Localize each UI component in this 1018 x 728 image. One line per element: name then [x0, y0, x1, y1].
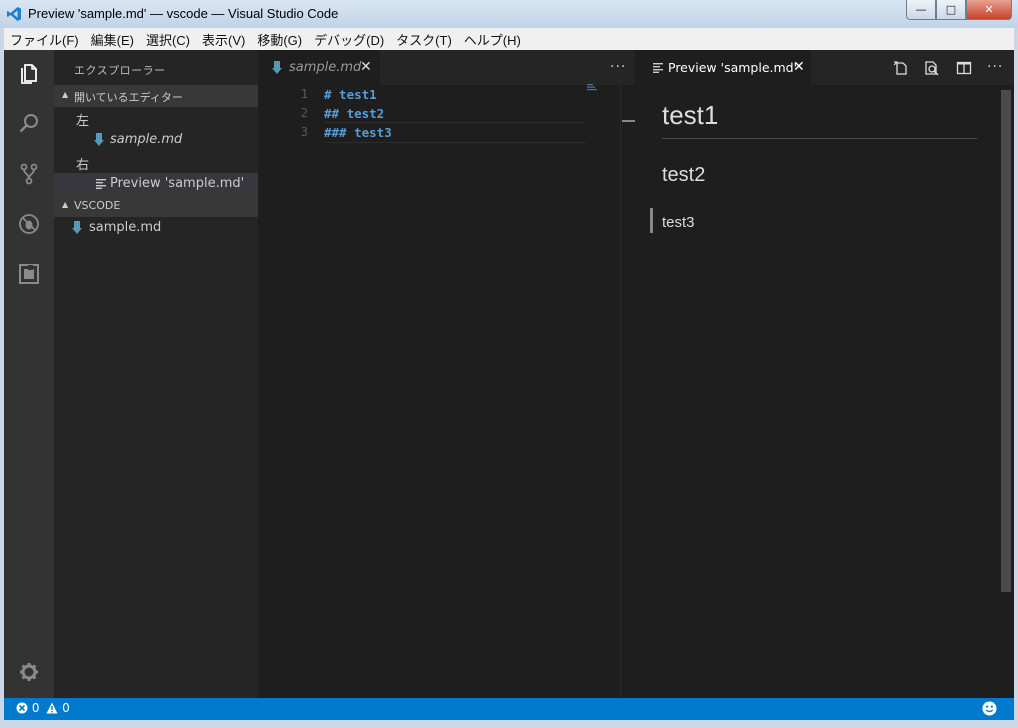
source-control-icon[interactable]	[17, 162, 41, 186]
editor-scrollbar[interactable]	[620, 85, 621, 698]
warning-icon	[46, 702, 58, 714]
editor-group-right[interactable]: 右	[54, 151, 258, 173]
explorer-sidebar: エクスプローラー ▲ 開いているエディター 左 sample.md 右 Prev…	[54, 50, 258, 698]
menu-tasks[interactable]: タスク(T)	[390, 30, 458, 49]
preview-scrollbar[interactable]	[1001, 90, 1011, 592]
menu-debug[interactable]: デバッグ(D)	[308, 30, 390, 49]
error-icon	[16, 702, 28, 714]
window-controls: — □ ✕	[906, 0, 1012, 20]
heading-divider	[662, 138, 977, 139]
open-editor-sample-md[interactable]: sample.md	[54, 129, 258, 151]
menu-go[interactable]: 移動(G)	[251, 30, 308, 49]
code-line[interactable]: ## test2	[324, 106, 384, 121]
menu-file[interactable]: ファイル(F)	[4, 30, 85, 49]
preview-icon	[96, 179, 106, 189]
close-tab-button[interactable]: ✕	[793, 59, 805, 75]
markdown-icon	[72, 221, 82, 234]
files-icon[interactable]	[17, 62, 41, 86]
open-editor-preview[interactable]: Preview 'sample.md'	[54, 173, 258, 195]
debug-icon[interactable]	[17, 212, 41, 236]
markdown-icon	[272, 61, 282, 74]
editor-group-left[interactable]: 左	[54, 107, 258, 129]
open-editors-header[interactable]: ▲ 開いているエディター	[54, 85, 258, 107]
preview-icon	[653, 63, 663, 73]
warning-count: 0	[62, 701, 70, 715]
line-number: 3	[300, 125, 308, 139]
minimap[interactable]	[586, 83, 598, 91]
editor-tab-bar: sample.md ✕ ···	[258, 50, 635, 85]
activity-bar	[4, 50, 54, 698]
preview-line-marker	[650, 208, 653, 233]
error-count: 0	[31, 701, 40, 715]
menu-view[interactable]: 表示(V)	[196, 30, 251, 49]
preview-editor-group: Preview 'sample.md' ✕ ··· test1 test2 te…	[635, 50, 1014, 698]
workspace-header[interactable]: ▲ VSCODE	[54, 195, 258, 217]
preview-tab-bar: Preview 'sample.md' ✕ ···	[635, 50, 1014, 85]
line-number: 2	[300, 106, 308, 120]
window-frame	[0, 720, 1018, 728]
preview-heading-2: test2	[662, 164, 706, 186]
explorer-title: エクスプローラー	[74, 64, 166, 77]
split-editor-icon[interactable]	[956, 60, 972, 76]
smiley-icon[interactable]	[982, 701, 997, 716]
search-icon[interactable]	[17, 112, 41, 136]
extensions-icon[interactable]	[17, 262, 41, 286]
menu-bar: ファイル(F) 編集(E) 選択(C) 表示(V) 移動(G) デバッグ(D) …	[4, 28, 1014, 50]
markdown-icon	[94, 133, 104, 146]
line-number: 1	[300, 87, 308, 101]
expand-icon: ▲	[62, 90, 69, 99]
more-actions-button[interactable]: ···	[610, 59, 626, 75]
preview-heading-3: test3	[662, 214, 695, 231]
tab-preview[interactable]: Preview 'sample.md' ✕	[635, 50, 811, 85]
expand-icon: ▲	[62, 200, 69, 209]
vscode-window: Preview 'sample.md' — vscode — Visual St…	[0, 0, 1018, 728]
close-window-button[interactable]: ✕	[966, 0, 1012, 20]
open-preview-icon[interactable]	[924, 60, 940, 76]
text-editor-group: sample.md ✕ ··· 1 2 3 # test1 ## test2 #…	[258, 50, 636, 698]
title-bar: Preview 'sample.md' — vscode — Visual St…	[0, 0, 1018, 28]
open-source-icon[interactable]	[893, 60, 909, 76]
tab-sample-md[interactable]: sample.md ✕	[258, 50, 380, 85]
menu-help[interactable]: ヘルプ(H)	[458, 30, 527, 49]
maximize-button[interactable]: □	[936, 0, 966, 20]
workbench: エクスプローラー ▲ 開いているエディター 左 sample.md 右 Prev…	[4, 50, 1014, 698]
menu-edit[interactable]: 編集(E)	[85, 30, 140, 49]
menu-selection[interactable]: 選択(C)	[140, 30, 196, 49]
problems-indicator[interactable]: 0 0	[16, 701, 70, 715]
code-line[interactable]: # test1	[324, 87, 377, 102]
cursor-ruler-mark	[622, 120, 635, 122]
status-bar: 0 0	[4, 698, 1014, 720]
close-tab-button[interactable]: ✕	[360, 59, 372, 75]
file-sample-md[interactable]: sample.md	[54, 217, 258, 239]
more-actions-button[interactable]: ···	[987, 59, 1003, 75]
vscode-logo-icon	[7, 7, 21, 21]
preview-heading-1: test1	[662, 100, 719, 130]
code-line[interactable]: ### test3	[324, 125, 392, 140]
gear-icon[interactable]	[17, 660, 41, 684]
minimize-button[interactable]: —	[906, 0, 936, 20]
window-title: Preview 'sample.md' — vscode — Visual St…	[28, 6, 339, 21]
